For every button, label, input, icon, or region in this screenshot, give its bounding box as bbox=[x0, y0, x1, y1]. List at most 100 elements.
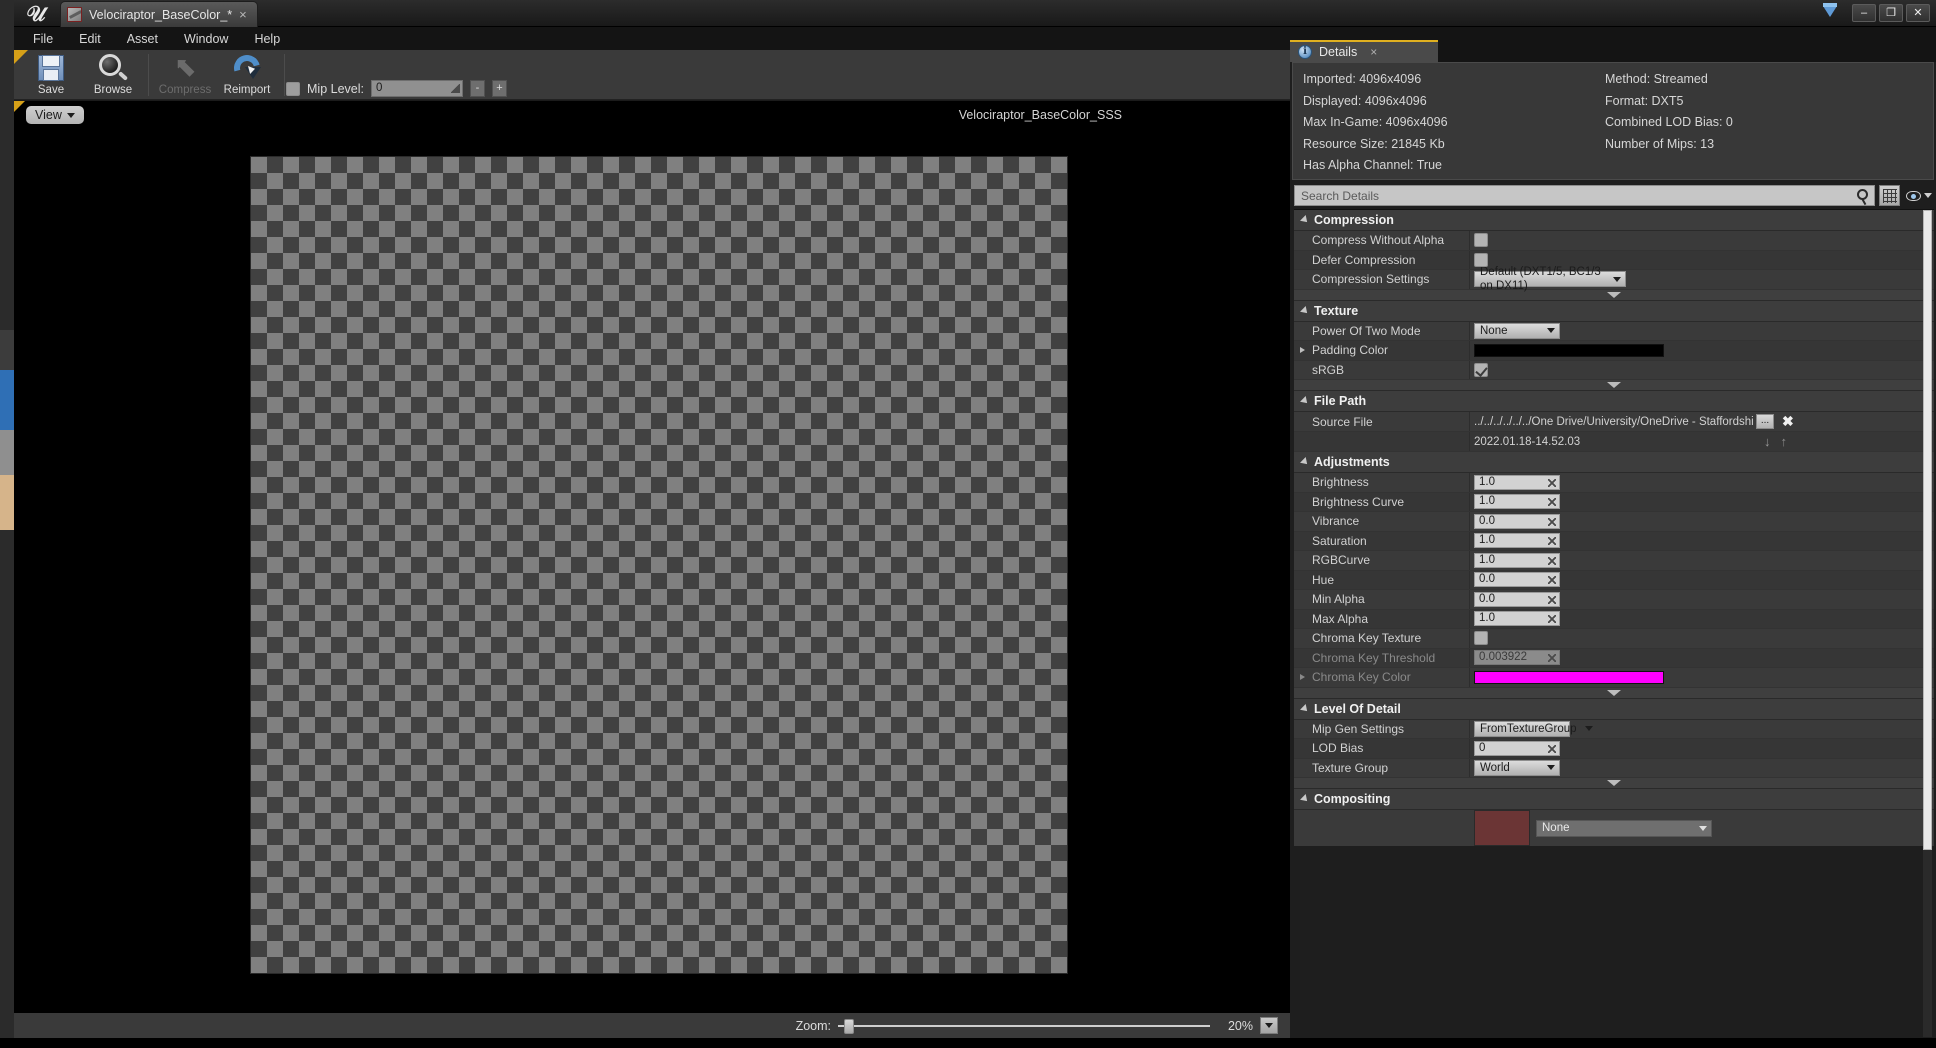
details-tab-close-icon[interactable]: × bbox=[1370, 45, 1377, 59]
compression-settings-dropdown[interactable]: Default (DXT1/5, BC1/3 on DX11) bbox=[1474, 266, 1626, 292]
power-of-two-mode-dropdown[interactable]: None bbox=[1474, 322, 1560, 339]
texture-asset-icon bbox=[67, 7, 82, 22]
compress-without-alpha-checkbox[interactable] bbox=[1474, 233, 1488, 248]
asset-tab[interactable]: Velociraptor_BaseColor_* × bbox=[60, 1, 258, 27]
lod-bias-input[interactable]: 0 bbox=[1474, 740, 1560, 756]
property-row-power-of-two-mode[interactable]: Power Of Two Mode None bbox=[1294, 321, 1934, 341]
section-expander-level-of-detail[interactable] bbox=[1294, 778, 1934, 789]
section-expander-texture[interactable] bbox=[1294, 380, 1934, 391]
asset-tab-close-icon[interactable]: × bbox=[239, 8, 247, 21]
menu-item-help[interactable]: Help bbox=[241, 29, 293, 49]
menu-item-window[interactable]: Window bbox=[171, 29, 241, 49]
property-row-srgb[interactable]: sRGB bbox=[1294, 360, 1934, 380]
details-scrollbar-thumb[interactable] bbox=[1923, 210, 1932, 850]
view-options-button[interactable] bbox=[1904, 185, 1934, 206]
section-title: Compression bbox=[1314, 213, 1394, 227]
section-header-file-path[interactable]: File Path bbox=[1294, 391, 1934, 412]
min-alpha-input[interactable]: 0.0 bbox=[1474, 591, 1560, 607]
mip-level-increment-button[interactable]: + bbox=[491, 80, 507, 97]
mip-level-decrement-button[interactable]: - bbox=[469, 80, 485, 97]
zoom-slider-thumb[interactable] bbox=[844, 1018, 854, 1034]
texture-preview-checkerboard[interactable] bbox=[250, 156, 1068, 974]
srgb-checkbox[interactable] bbox=[1474, 362, 1488, 377]
source-file-clear-button[interactable]: ✖ bbox=[1782, 413, 1794, 430]
expand-triangle-icon[interactable] bbox=[1300, 674, 1305, 680]
property-row-lod-bias[interactable]: LOD Bias 0 bbox=[1294, 739, 1934, 759]
tab-details[interactable]: i Details × bbox=[1290, 40, 1438, 62]
property-row-brightness[interactable]: Brightness 1.0 bbox=[1294, 473, 1934, 493]
property-row-brightness-curve[interactable]: Brightness Curve 1.0 bbox=[1294, 492, 1934, 512]
defer-compression-checkbox[interactable] bbox=[1474, 252, 1488, 267]
property-row-compress-without-alpha[interactable]: Compress Without Alpha bbox=[1294, 231, 1934, 251]
mip-level-checkbox[interactable] bbox=[286, 81, 300, 96]
compress-button[interactable]: ⬉ Compress bbox=[154, 50, 216, 100]
property-row-texture-group[interactable]: Texture Group World bbox=[1294, 758, 1934, 778]
hue-input[interactable]: 0.0 bbox=[1474, 572, 1560, 588]
property-label bbox=[1294, 432, 1470, 451]
vibrance-input[interactable]: 0.0 bbox=[1474, 513, 1560, 529]
property-row-defer-compression[interactable]: Defer Compression bbox=[1294, 250, 1934, 270]
brightness-input[interactable]: 1.0 bbox=[1474, 474, 1560, 490]
section-title: Texture bbox=[1314, 303, 1359, 318]
download-arrow-icon[interactable]: ↓ bbox=[1764, 434, 1771, 449]
source-file-path[interactable]: ../../../../../../One Drive/University/O… bbox=[1474, 416, 1754, 428]
grid-view-button[interactable] bbox=[1879, 185, 1900, 206]
brightness-curve-input[interactable]: 1.0 bbox=[1474, 494, 1560, 510]
menu-item-edit[interactable]: Edit bbox=[66, 29, 114, 49]
property-row-chroma-key-texture[interactable]: Chroma Key Texture bbox=[1294, 629, 1934, 649]
padding-color-swatch[interactable] bbox=[1474, 343, 1664, 357]
property-list[interactable]: Compression Compress Without Alpha Defer… bbox=[1294, 209, 1934, 1037]
compositing-texture-value: None bbox=[1542, 822, 1570, 834]
close-button[interactable]: ✕ bbox=[1906, 4, 1930, 22]
section-header-texture[interactable]: Texture bbox=[1294, 300, 1934, 322]
property-row-min-alpha[interactable]: Min Alpha 0.0 bbox=[1294, 590, 1934, 610]
reimport-button[interactable]: Reimport bbox=[216, 50, 278, 100]
source-file-control: ../../../../../../One Drive/University/O… bbox=[1474, 413, 1934, 430]
section-header-compositing[interactable]: Compositing bbox=[1294, 789, 1934, 810]
reimport-arrow-icon bbox=[229, 50, 265, 86]
texture-viewport[interactable]: View Velociraptor_BaseColor_SSS bbox=[14, 101, 1290, 1021]
compositing-texture-dropdown[interactable]: None bbox=[1536, 819, 1712, 837]
browse-button[interactable]: Browse bbox=[82, 50, 144, 100]
menu-item-asset[interactable]: Asset bbox=[114, 29, 171, 49]
property-row-vibrance[interactable]: Vibrance 0.0 bbox=[1294, 512, 1934, 532]
property-row-source-file[interactable]: Source File ../../../../../../One Drive/… bbox=[1294, 412, 1934, 432]
menu-item-file[interactable]: File bbox=[20, 29, 66, 49]
chroma-key-texture-checkbox[interactable] bbox=[1474, 631, 1488, 646]
compositing-texture-thumbnail[interactable] bbox=[1474, 810, 1530, 846]
upload-arrow-icon[interactable]: ↑ bbox=[1781, 434, 1788, 449]
mip-level-input[interactable]: 0 bbox=[370, 80, 463, 97]
property-row-padding-color[interactable]: Padding Color bbox=[1294, 341, 1934, 361]
mip-gen-settings-dropdown[interactable]: FromTextureGroup bbox=[1474, 720, 1593, 737]
texture-group-dropdown[interactable]: World bbox=[1474, 759, 1560, 776]
section-header-level-of-detail[interactable]: Level Of Detail bbox=[1294, 698, 1934, 720]
property-row-mip-gen-settings[interactable]: Mip Gen Settings FromTextureGroup bbox=[1294, 719, 1934, 739]
property-row-chroma-key-threshold: Chroma Key Threshold 0.003922 bbox=[1294, 648, 1934, 668]
minimize-button[interactable]: – bbox=[1852, 4, 1876, 22]
section-expander-adjustments[interactable] bbox=[1294, 687, 1934, 699]
zoom-slider[interactable] bbox=[838, 1018, 1210, 1034]
search-input[interactable]: Search Details bbox=[1294, 185, 1875, 206]
property-row-compression-settings[interactable]: Compression Settings Default (DXT1/5, BC… bbox=[1294, 266, 1934, 292]
rgbcurve-input[interactable]: 1.0 bbox=[1474, 552, 1560, 568]
property-row-compositing-texture[interactable]: None bbox=[1294, 810, 1934, 846]
saturation-input[interactable]: 1.0 bbox=[1474, 533, 1560, 549]
section-header-adjustments[interactable]: Adjustments bbox=[1294, 452, 1934, 473]
view-menu-button[interactable]: View bbox=[26, 106, 84, 124]
expand-triangle-icon[interactable] bbox=[1300, 347, 1305, 353]
property-row-hue[interactable]: Hue 0.0 bbox=[1294, 570, 1934, 590]
max-alpha-input[interactable]: 1.0 bbox=[1474, 611, 1560, 627]
restore-button[interactable]: ❐ bbox=[1879, 4, 1903, 22]
details-scrollbar[interactable] bbox=[1923, 210, 1932, 1037]
save-button[interactable]: Save bbox=[20, 50, 82, 100]
property-row-rgbcurve[interactable]: RGBCurve 1.0 bbox=[1294, 551, 1934, 571]
section-expander-compression[interactable] bbox=[1294, 289, 1934, 301]
details-panel: i Details × Imported: 4096x4096 Displaye… bbox=[1290, 40, 1936, 1048]
property-value bbox=[1470, 341, 1934, 360]
property-row-max-alpha[interactable]: Max Alpha 1.0 bbox=[1294, 609, 1934, 629]
desktop-strip-seg-grey bbox=[0, 430, 14, 475]
source-file-browse-button[interactable]: ... bbox=[1756, 414, 1774, 429]
zoom-options-dropdown[interactable] bbox=[1260, 1017, 1278, 1034]
property-row-saturation[interactable]: Saturation 1.0 bbox=[1294, 531, 1934, 551]
section-header-compression[interactable]: Compression bbox=[1294, 210, 1934, 231]
